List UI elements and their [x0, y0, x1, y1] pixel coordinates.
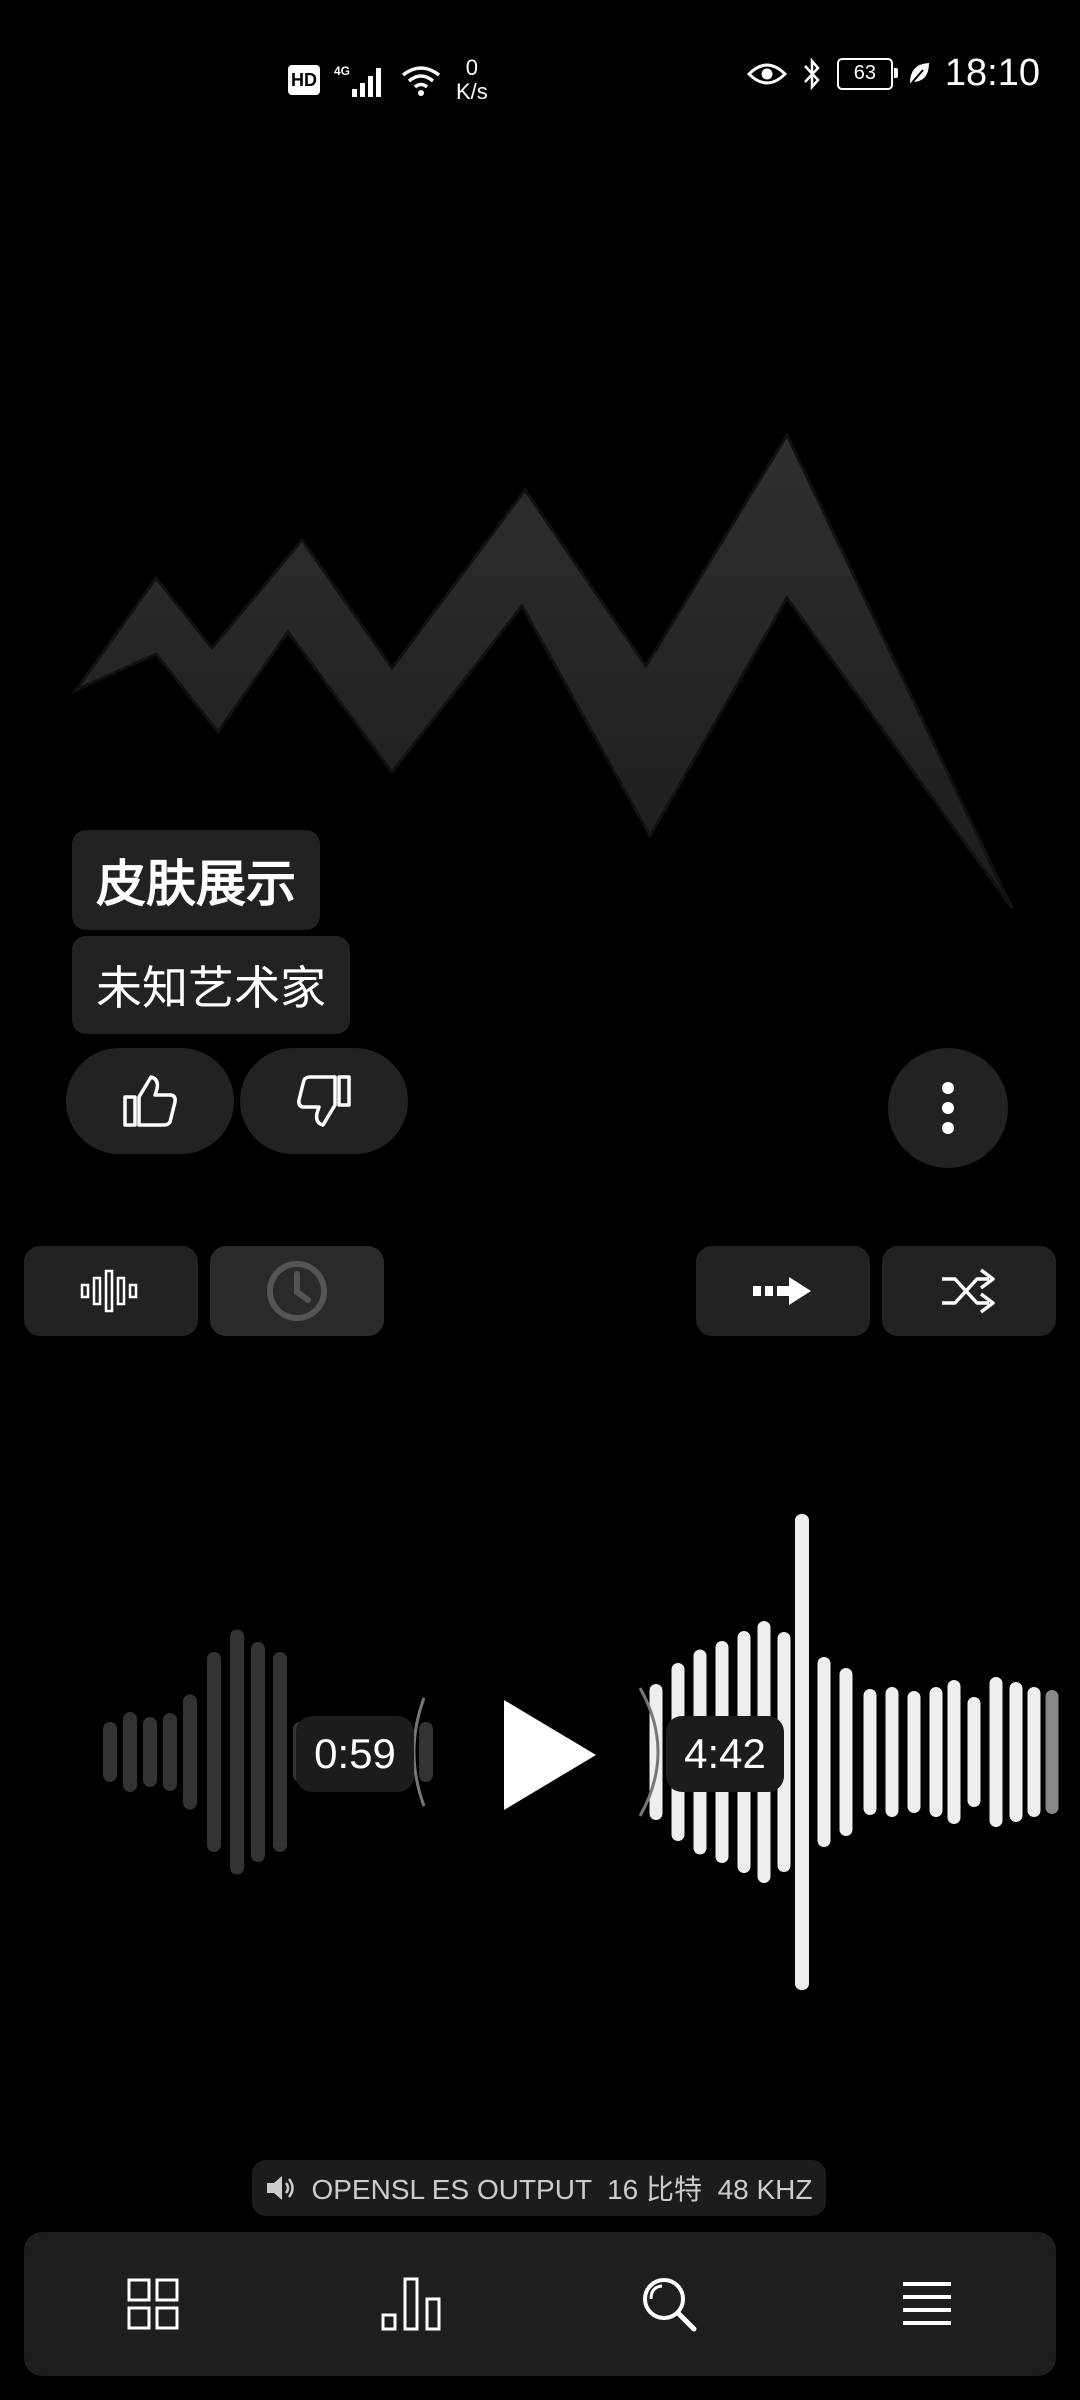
track-title[interactable]: 皮肤展示: [72, 830, 320, 930]
status-bar-right: 63 18:10: [746, 52, 1040, 95]
shuffle-button[interactable]: [882, 1246, 1056, 1336]
repeat-mode-icon: [753, 1277, 811, 1305]
more-options-button[interactable]: [888, 1048, 1008, 1168]
wifi-icon: [401, 66, 441, 96]
status-time: 18:10: [944, 52, 1040, 94]
menu-icon: [903, 2282, 951, 2325]
dislike-button[interactable]: [240, 1048, 408, 1154]
more-vertical-icon: [942, 1082, 954, 1134]
equalizer-button[interactable]: [24, 1246, 198, 1336]
audio-output-info[interactable]: OPENSL ES OUTPUT 16 比特 48 KHZ: [252, 2160, 826, 2216]
waveform-bar-unplayed: [967, 1697, 981, 1807]
net-speed-unit: K/s: [456, 79, 488, 104]
waveform-bar-played: [163, 1713, 177, 1791]
status-bar-left: HD 4G 0 K/s: [288, 56, 488, 104]
like-button[interactable]: [66, 1048, 234, 1154]
waveform-bar-played: [207, 1652, 221, 1852]
bottom-navigation: [24, 2232, 1056, 2376]
bar-chart-icon: [381, 2277, 441, 2331]
waveform-bar-unplayed: [907, 1691, 921, 1813]
waveform-bar-unplayed: [1027, 1687, 1041, 1817]
nav-search[interactable]: [609, 2244, 729, 2364]
svg-text:4G: 4G: [334, 64, 350, 78]
thumbs-down-icon: [297, 1075, 351, 1127]
repeat-mode-button[interactable]: [696, 1246, 870, 1336]
waveform-bar-played: [273, 1652, 287, 1852]
play-button[interactable]: [496, 1690, 606, 1820]
waveform-bar-played: [143, 1717, 157, 1787]
bluetooth-icon: [803, 57, 820, 90]
waveform-bar-unplayed: [947, 1680, 961, 1824]
nav-menu[interactable]: [867, 2244, 987, 2364]
waveform-bar-unplayed: [989, 1677, 1003, 1827]
net-speed-value: 0: [465, 55, 479, 80]
waveform-bar-unplayed: [1009, 1682, 1023, 1822]
net-speed: 0 K/s: [456, 56, 488, 104]
waveform-bar-unplayed: [795, 1514, 809, 1990]
nav-charts[interactable]: [351, 2244, 471, 2364]
play-icon: [504, 1700, 596, 1810]
sleep-timer-button[interactable]: [210, 1246, 384, 1336]
nav-library[interactable]: [93, 2244, 213, 2364]
equalizer-icon: [80, 1269, 138, 1313]
waveform-bar-unplayed: [863, 1689, 877, 1815]
waveform-bar-unplayed: [929, 1687, 943, 1817]
speaker-icon: [267, 2176, 295, 2200]
search-icon: [643, 2278, 697, 2332]
waveform-bar-played: [230, 1629, 244, 1875]
eye-icon: [746, 63, 787, 84]
waveform-bar-played: [183, 1694, 197, 1810]
shuffle-icon: [942, 1268, 995, 1314]
signal-4g-icon: 4G: [334, 64, 381, 97]
thumbs-up-icon: [123, 1075, 177, 1127]
clock-icon: [267, 1261, 327, 1321]
waveform-bar-unplayed: [649, 1684, 663, 1820]
hd-badge: HD: [288, 65, 320, 95]
waveform-bar-unplayed: [839, 1668, 853, 1836]
total-time: 4:42: [666, 1716, 784, 1792]
waveform-bar-played: [103, 1722, 117, 1782]
waveform-bar-played: [251, 1642, 265, 1862]
grid-icon: [127, 2278, 179, 2330]
elapsed-time: 0:59: [296, 1716, 414, 1792]
waveform-bar-unplayed: [1045, 1690, 1059, 1814]
audio-output-label: OPENSL ES OUTPUT 16 比特 48 KHZ: [311, 2174, 813, 2205]
track-artist[interactable]: 未知艺术家: [72, 936, 350, 1034]
waveform-bar-unplayed: [817, 1657, 831, 1847]
waveform-bar-played: [419, 1722, 433, 1782]
leaf-icon: [909, 62, 929, 86]
battery-indicator: 63: [836, 57, 898, 90]
waveform-bar-unplayed: [885, 1687, 899, 1817]
waveform-bar-played: [123, 1712, 137, 1792]
